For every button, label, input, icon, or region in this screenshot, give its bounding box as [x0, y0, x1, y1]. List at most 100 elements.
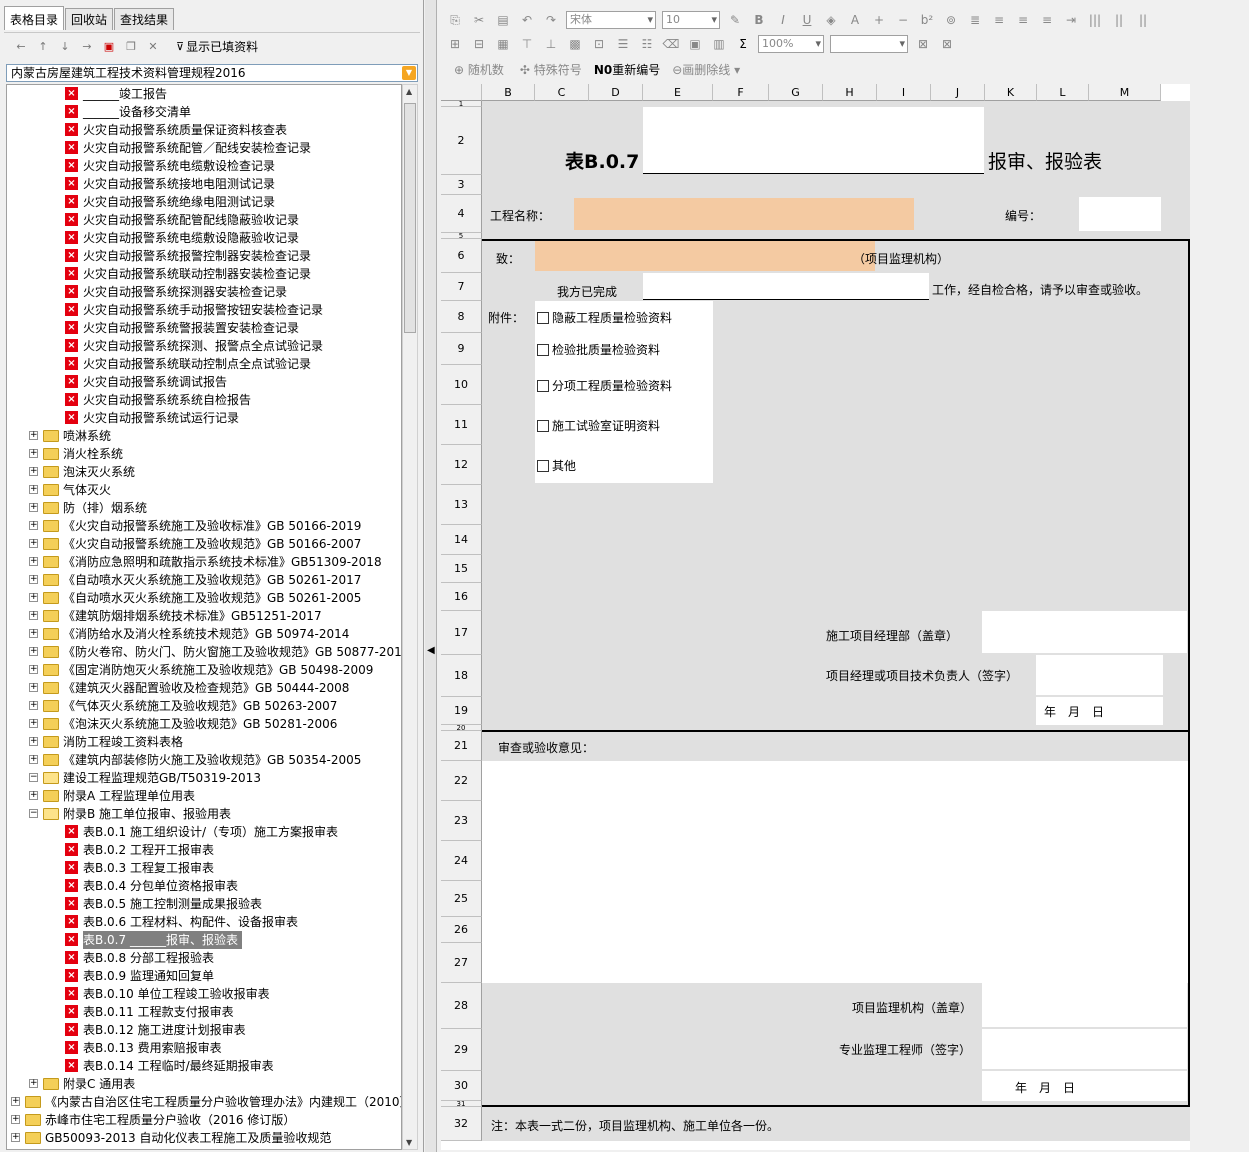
line-style-select[interactable]	[830, 35, 908, 53]
expand-icon[interactable]: +	[29, 719, 38, 728]
row-header[interactable]: 18	[441, 655, 482, 697]
special-icon[interactable]: ⊚	[942, 13, 960, 27]
column-header[interactable]: E	[643, 84, 713, 101]
tree-form-item[interactable]: × 表B.0.1 施工组织设计/（专项）施工方案报审表	[7, 823, 401, 841]
expand-icon[interactable]: +	[29, 521, 38, 530]
move-down-icon[interactable]: ↓	[58, 40, 72, 53]
collapse-arrow-icon[interactable]: ◀	[427, 645, 435, 656]
tree-folder-item[interactable]: + 泡沫灭火系统	[7, 463, 401, 481]
tree-form-item[interactable]: × ______设备移交清单	[7, 103, 401, 121]
row-header[interactable]: 13	[441, 485, 482, 525]
column-header[interactable]: K	[985, 84, 1037, 101]
row-header[interactable]: 17	[441, 611, 482, 655]
checkbox-icon[interactable]	[537, 380, 549, 392]
expand-icon[interactable]: +	[29, 791, 38, 800]
column-header[interactable]: F	[713, 84, 769, 101]
indent-icon[interactable]: ⇥	[1062, 13, 1080, 27]
border-style2-icon[interactable]: ⊠	[938, 37, 956, 51]
row-header[interactable]: 10	[441, 365, 482, 405]
manager-sign-box[interactable]	[1036, 655, 1163, 695]
row-header[interactable]: 7	[441, 273, 482, 301]
attachment-checkbox[interactable]: 施工试验室证明资料	[537, 417, 660, 434]
attachment-checkbox[interactable]: 其他	[537, 457, 576, 474]
collapse-icon[interactable]: −	[29, 809, 38, 818]
tree-form-item[interactable]: × 表B.0.6 工程材料、构配件、设备报审表	[7, 913, 401, 931]
number-input[interactable]	[1079, 197, 1161, 231]
barcode2-icon[interactable]: ||	[1110, 13, 1128, 27]
tree-folder-item[interactable]: + 《消防应急照明和疏散指示系统技术标准》GB51309-2018	[7, 553, 401, 571]
row-header[interactable]: 25	[441, 881, 482, 917]
tree-form-item[interactable]: × 火灾自动报警系统调试报告	[7, 373, 401, 391]
tree-form-item[interactable]: × 火灾自动报警系统报警控制器安装检查记录	[7, 247, 401, 265]
tree-form-item[interactable]: × ______竣工报告	[7, 85, 401, 103]
row-header[interactable]: 19	[441, 697, 482, 725]
border-style-icon[interactable]: ⊠	[914, 37, 932, 51]
tree-folder-item[interactable]: − 附录B 施工单位报审、报验用表	[7, 805, 401, 823]
tree-form-item[interactable]: × 表B.0.12 施工进度计划报审表	[7, 1021, 401, 1039]
tree-form-item[interactable]: × 表B.0.7 ______报审、报验表	[7, 931, 401, 949]
tree-form-item[interactable]: × 火灾自动报警系统配管／配线安装检查记录	[7, 139, 401, 157]
move-up-icon[interactable]: ↑	[36, 40, 50, 53]
scrollbar-thumb[interactable]	[404, 103, 416, 333]
tree-form-item[interactable]: × 火灾自动报警系统接地电阻测试记录	[7, 175, 401, 193]
tree-folder-item[interactable]: + 《自动喷水灭火系统施工及验收规范》GB 50261-2017	[7, 571, 401, 589]
expand-icon[interactable]: +	[29, 629, 38, 638]
font-size-select[interactable]: 10	[662, 11, 720, 29]
scroll-up-icon[interactable]: ▲	[406, 87, 412, 96]
font-select[interactable]: 宋体	[566, 11, 656, 29]
tree-folder-item[interactable]: + 《建筑内部装修防火施工及验收规范》GB 50354-2005	[7, 751, 401, 769]
scroll-down-icon[interactable]: ▼	[406, 1138, 412, 1147]
expand-icon[interactable]: +	[29, 557, 38, 566]
delete-icon[interactable]: ✕	[146, 40, 160, 53]
tree-folder-item[interactable]: + 消火栓系统	[7, 445, 401, 463]
special-symbol-button[interactable]: ✣ 特殊符号	[510, 61, 582, 78]
cut-icon[interactable]: ✂	[470, 13, 488, 27]
tab-recycle-bin[interactable]: 回收站	[65, 8, 114, 30]
tree-folder-item[interactable]: + 《泡沫灭火系统施工及验收规范》GB 50281-2006	[7, 715, 401, 733]
move-right-icon[interactable]: →	[80, 40, 94, 53]
row-header[interactable]: 8	[441, 301, 482, 333]
merge-icon[interactable]: ⊞	[446, 37, 464, 51]
tree-form-item[interactable]: × 表B.0.11 工程款支付报审表	[7, 1003, 401, 1021]
underline-icon[interactable]: U	[798, 13, 816, 27]
row-header[interactable]: 32	[441, 1107, 482, 1141]
tree-form-item[interactable]: × 火灾自动报警系统系统自检报告	[7, 391, 401, 409]
row-header[interactable]: 21	[441, 731, 482, 761]
fill-color-icon[interactable]: ◈	[822, 13, 840, 27]
lock-icon[interactable]: ⊡	[590, 37, 608, 51]
tree-form-item[interactable]: × 表B.0.14 工程临时/最终延期报审表	[7, 1057, 401, 1075]
align-left-icon[interactable]: ≡	[990, 13, 1008, 27]
row-header[interactable]: 3	[441, 175, 482, 195]
row-header[interactable]: 28	[441, 983, 482, 1029]
tree-folder-item[interactable]: + 附录C 通用表	[7, 1075, 401, 1093]
image-icon[interactable]: ▩	[566, 37, 584, 51]
dropdown-arrow-icon[interactable]: ▼	[402, 66, 416, 80]
tree-form-item[interactable]: × 火灾自动报警系统试运行记录	[7, 409, 401, 427]
show-filled-button[interactable]: ⊽ 显示已填资料	[176, 38, 258, 55]
tree-form-item[interactable]: × 火灾自动报警系统绝缘电阻测试记录	[7, 193, 401, 211]
table-icon[interactable]: ⊟	[470, 37, 488, 51]
border-icon[interactable]: ▣	[686, 37, 704, 51]
tree-form-item[interactable]: × 火灾自动报警系统探测器安装检查记录	[7, 283, 401, 301]
tree-form-item[interactable]: × 火灾自动报警系统联动控制器安装检查记录	[7, 265, 401, 283]
review-opinion-box[interactable]	[482, 761, 1190, 983]
row-header[interactable]: 22	[441, 761, 482, 801]
attachment-checkbox[interactable]: 分项工程质量检验资料	[537, 377, 672, 394]
expand-icon[interactable]: +	[11, 1097, 20, 1106]
standard-selector[interactable]: 内蒙古房屋建筑工程技术资料管理规程2016 ▼	[6, 64, 418, 82]
new-form-icon[interactable]: ▣	[102, 40, 116, 53]
panel-splitter[interactable]: ◀	[425, 0, 437, 1152]
row-header[interactable]: 27	[441, 943, 482, 983]
tree-scrollbar[interactable]: ▲ ▼	[402, 84, 418, 1150]
format-painter-icon[interactable]: ✎	[726, 13, 744, 27]
renumber-button[interactable]: N0重新编号	[588, 61, 660, 78]
tree-folder-item[interactable]: + 《火灾自动报警系统施工及验收规范》GB 50166-2007	[7, 535, 401, 553]
supervisor-stamp-box[interactable]	[982, 983, 1187, 1027]
tree-form-item[interactable]: × 表B.0.3 工程复工报审表	[7, 859, 401, 877]
row-header[interactable]: 11	[441, 405, 482, 445]
column-header[interactable]: B	[482, 84, 535, 101]
checkbox-icon[interactable]	[537, 460, 549, 472]
calc-icon[interactable]: ▥	[710, 37, 728, 51]
tree-folder-item[interactable]: − 建设工程监理规范GB/T50319-2013	[7, 769, 401, 787]
undo-icon[interactable]: ↶	[518, 13, 536, 27]
